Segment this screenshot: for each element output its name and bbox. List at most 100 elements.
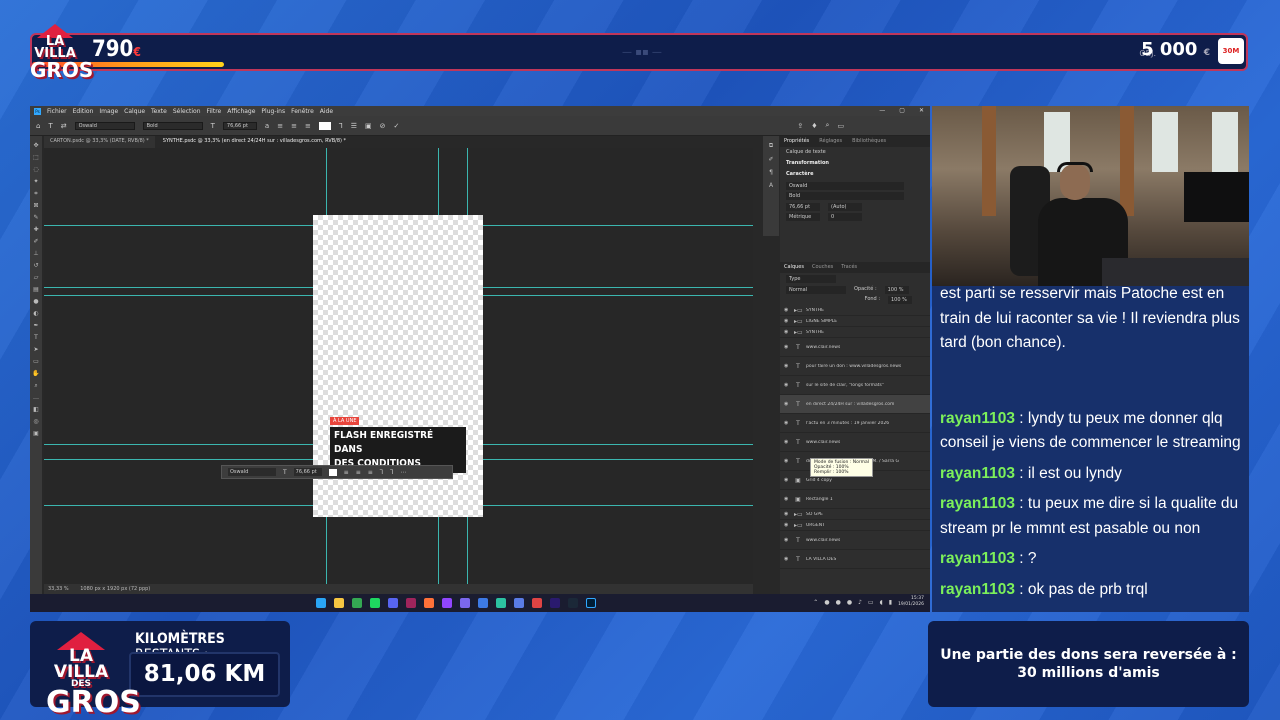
eraser-tool-icon[interactable]: ▱: [34, 274, 39, 281]
layer-row[interactable]: ◉ Tpour faire un don : www.villadesgros.n…: [780, 357, 930, 376]
zoom-level[interactable]: 33,33 %: [48, 586, 69, 592]
font-style-select[interactable]: Bold: [142, 121, 203, 130]
lasso-tool-icon[interactable]: ◌: [33, 166, 38, 173]
hand-tool-icon[interactable]: ✋: [32, 370, 39, 377]
character-section[interactable]: Caractère: [780, 169, 930, 180]
transform-section[interactable]: Transformation: [780, 158, 930, 169]
visibility-eye-icon[interactable]: ◉: [784, 537, 790, 543]
gradient-tool-icon[interactable]: ▤: [33, 286, 39, 293]
obs-icon[interactable]: [478, 598, 488, 608]
align-center-icon[interactable]: ≡: [291, 122, 297, 130]
visibility-eye-icon[interactable]: ◉: [784, 307, 790, 313]
app-icon[interactable]: [514, 598, 524, 608]
float-align-left-icon[interactable]: ≡: [344, 469, 349, 476]
layer-row[interactable]: ◉ ▸▭ LIGNE SIMPLE: [780, 316, 930, 327]
chevron-up-icon[interactable]: ⌃: [813, 599, 818, 606]
history-brush-icon[interactable]: ↺: [33, 262, 38, 269]
app-icon[interactable]: [496, 598, 506, 608]
history-panel-icon[interactable]: ⧉: [769, 142, 773, 150]
panel-style-select[interactable]: Bold: [786, 192, 904, 200]
spotify-icon[interactable]: [370, 598, 380, 608]
align-right-icon[interactable]: ≡: [305, 122, 311, 130]
discord-icon[interactable]: [388, 598, 398, 608]
float-warp-icon[interactable]: Ꞁ: [390, 469, 393, 476]
tab-layers[interactable]: Calques: [784, 262, 804, 273]
paragraph-panel-icon[interactable]: ¶: [769, 169, 773, 176]
panel-size-field[interactable]: 76,66 pt: [786, 203, 820, 211]
antialias-icon[interactable]: a: [265, 122, 269, 130]
layer-row[interactable]: ◉ Twww.clair.news: [780, 433, 930, 452]
grid-app-icon[interactable]: [460, 598, 470, 608]
layer-row[interactable]: ◉ Tl'actu en 3 minutes : 19 janvier 2026: [780, 414, 930, 433]
brush-panel-icon[interactable]: ✐: [768, 156, 773, 163]
maximize-icon[interactable]: ▢: [899, 107, 905, 114]
tray-app-icon[interactable]: ●: [836, 599, 841, 606]
menu-selection[interactable]: Sélection: [173, 108, 201, 115]
battery-icon[interactable]: ▮: [889, 599, 892, 606]
workspace-icon[interactable]: ▭: [837, 122, 844, 130]
menu-fenetre[interactable]: Fenêtre: [291, 108, 314, 115]
chat-username[interactable]: rayan1103: [940, 495, 1015, 512]
zoom-tool-icon[interactable]: ⌕: [34, 382, 37, 389]
menu-aide[interactable]: Aide: [320, 108, 333, 115]
maps-icon[interactable]: [532, 598, 542, 608]
crop-tool-icon[interactable]: ⌗: [34, 190, 37, 197]
orientation-icon[interactable]: ⇄: [61, 122, 67, 130]
float-color-swatch[interactable]: [328, 468, 337, 476]
float-align-center-icon[interactable]: ≡: [356, 469, 361, 476]
visibility-eye-icon[interactable]: ◉: [784, 329, 790, 335]
panel-tracking-field[interactable]: 0: [828, 213, 862, 221]
float-text-size-icon[interactable]: Ꞁ: [380, 469, 383, 476]
home-icon[interactable]: ⌂: [36, 122, 40, 130]
twitch-icon[interactable]: [442, 598, 452, 608]
layer-row[interactable]: ◉ ▸▭ SYNTHE: [780, 305, 930, 316]
search-icon[interactable]: ⌕: [826, 121, 830, 130]
healing-tool-icon[interactable]: ✚: [33, 226, 38, 233]
chat-username[interactable]: rayan1103: [940, 581, 1015, 598]
clock[interactable]: 15:37 19/01/2026: [898, 596, 924, 608]
microphone-icon[interactable]: ♪: [858, 599, 862, 606]
float-align-right-icon[interactable]: ≡: [368, 469, 373, 476]
eyedropper-tool-icon[interactable]: ✎: [33, 214, 38, 221]
tab-adjustments[interactable]: Réglages: [819, 136, 842, 147]
pen-tool-icon[interactable]: ✒: [33, 322, 38, 329]
layer-row[interactable]: ◉ ▸▭ URGENT: [780, 520, 930, 531]
visibility-eye-icon[interactable]: ◉: [784, 420, 790, 426]
visibility-eye-icon[interactable]: ◉: [784, 401, 790, 407]
quick-select-tool-icon[interactable]: ✦: [33, 178, 38, 185]
chrome-icon[interactable]: [352, 598, 362, 608]
menu-filtre[interactable]: Filtre: [207, 108, 222, 115]
layer-row[interactable]: ◉ Ten direct 24/24H sur : villadesgros.co…: [780, 395, 930, 414]
close-icon[interactable]: ✕: [919, 107, 924, 114]
stamp-tool-icon[interactable]: ⊥: [33, 250, 38, 257]
fill-field[interactable]: 100 %: [888, 296, 912, 304]
menu-plugins[interactable]: Plug-ins: [261, 108, 285, 115]
windows-start-icon[interactable]: [316, 598, 326, 608]
tray-app-icon[interactable]: ●: [824, 599, 829, 606]
visibility-eye-icon[interactable]: ◉: [784, 382, 790, 388]
move-tool-icon[interactable]: ✥: [33, 142, 38, 149]
brush-tool-icon[interactable]: ✐: [33, 238, 38, 245]
layer-row[interactable]: ◉ ▸▭ SYNTHE: [780, 327, 930, 338]
font-size-select[interactable]: 76,66 pt: [222, 121, 257, 130]
layer-row[interactable]: ◉ Tsur le site de clair, "longs formats": [780, 376, 930, 395]
panel-leading-field[interactable]: (Auto): [828, 203, 862, 211]
screen-mode-icon[interactable]: ▣: [33, 430, 39, 437]
visibility-eye-icon[interactable]: ◉: [784, 344, 790, 350]
dodge-tool-icon[interactable]: ◐: [33, 310, 38, 317]
chat-username[interactable]: rayan1103: [940, 550, 1015, 567]
firefox-icon[interactable]: [424, 598, 434, 608]
cancel-icon[interactable]: ⊘: [380, 122, 386, 130]
menu-image[interactable]: Image: [99, 108, 118, 115]
visibility-eye-icon[interactable]: ◉: [784, 556, 790, 562]
menu-edition[interactable]: Edition: [73, 108, 94, 115]
character-panel-icon[interactable]: ☰: [351, 122, 357, 130]
document-canvas[interactable]: À LA UNE FLASH ENREGISTRÉ DANS DES CONDI…: [44, 148, 753, 584]
visibility-eye-icon[interactable]: ◉: [784, 477, 790, 483]
tray-app-icon[interactable]: ●: [847, 599, 852, 606]
layer-row[interactable]: ◉ Twww.clair.news: [780, 531, 930, 550]
blur-tool-icon[interactable]: ●: [33, 298, 38, 305]
3d-icon[interactable]: ▣: [365, 122, 372, 130]
tab-channels[interactable]: Couches: [812, 262, 833, 273]
text-tool-icon[interactable]: T: [48, 122, 52, 130]
